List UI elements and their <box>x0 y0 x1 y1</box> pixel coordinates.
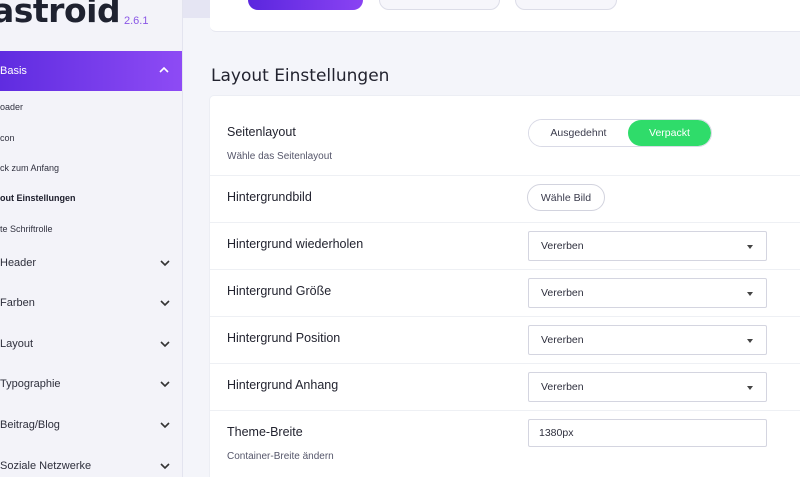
setting-label: Seitenlayout <box>227 125 296 139</box>
sidebar-group-header[interactable]: Header <box>0 243 182 283</box>
chevron-down-icon <box>160 381 170 388</box>
sidebar-item-label: out Einstellungen <box>0 193 76 204</box>
sidebar-group-label: Typographie <box>0 378 61 390</box>
chevron-down-icon <box>160 463 170 470</box>
setting-label: Hintergrund wiederholen <box>227 237 364 251</box>
setting-label: Hintergrundbild <box>227 190 312 204</box>
select-value: Vererben <box>541 334 584 346</box>
app-logo: astroid <box>0 0 121 30</box>
topbar-button[interactable] <box>515 0 617 10</box>
bg-size-select[interactable]: Vererben <box>528 278 767 308</box>
select-value: Vererben <box>541 287 584 299</box>
setting-description: Container-Breite ändern <box>227 451 334 462</box>
sidebar-group-label: Basis <box>0 65 27 77</box>
app-version: 2.6.1 <box>124 15 149 27</box>
caret-down-icon <box>747 245 753 249</box>
chevron-down-icon <box>160 260 170 267</box>
theme-width-input[interactable]: 1380px <box>528 419 767 447</box>
chevron-down-icon <box>160 422 170 429</box>
sidebar-item-back-to-top[interactable]: ck zum Anfang <box>0 153 182 183</box>
sidebar-group-label: Beitrag/Blog <box>0 419 60 431</box>
setting-row-layout: Seitenlayout Wähle das Seitenlayout Ausg… <box>210 96 800 176</box>
topbar-primary-button[interactable] <box>248 0 363 10</box>
topbar-strip <box>183 0 212 18</box>
sidebar-item-smooth-scroll[interactable]: te Schriftrolle <box>0 214 182 244</box>
sidebar-item-favicon[interactable]: con <box>0 122 182 152</box>
sidebar-group-colors[interactable]: Farben <box>0 283 182 323</box>
sidebar-group-layout[interactable]: Layout <box>0 324 182 364</box>
sidebar: astroid 2.6.1 Basis oader con ck zum Anf… <box>0 0 183 477</box>
layout-option-boxed[interactable]: Verpackt <box>627 120 711 146</box>
settings-card: Seitenlayout Wähle das Seitenlayout Ausg… <box>210 96 800 477</box>
sidebar-item-label: te Schriftrolle <box>0 223 53 234</box>
chevron-down-icon <box>160 341 170 348</box>
setting-row-bg-image: Hintergrundbild <box>210 176 800 223</box>
sidebar-item-label: ck zum Anfang <box>0 162 60 173</box>
setting-label: Theme-Breite <box>227 425 303 439</box>
layout-toggle: Ausgedehnt Verpackt <box>528 119 712 147</box>
choose-image-button[interactable]: Wähle Bild <box>527 184 605 211</box>
layout-option-wide[interactable]: Ausgedehnt <box>529 120 628 146</box>
chevron-down-icon <box>160 300 170 307</box>
setting-description: Wähle das Seitenlayout <box>227 151 333 162</box>
caret-down-icon <box>747 339 753 343</box>
chevron-up-icon <box>159 66 169 73</box>
page-title: Layout Einstellungen <box>211 66 390 86</box>
select-value: Vererben <box>541 240 584 252</box>
sidebar-group-label: Soziale Netzwerke <box>0 460 92 472</box>
bg-position-select[interactable]: Vererben <box>528 325 767 355</box>
caret-down-icon <box>747 386 753 390</box>
sidebar-group-label: Farben <box>0 297 35 309</box>
setting-label: Hintergrund Anhang <box>227 378 339 392</box>
sidebar-item-layout-settings[interactable]: out Einstellungen <box>0 183 182 213</box>
select-value: Vererben <box>541 381 584 393</box>
sidebar-group-social[interactable]: Soziale Netzwerke <box>0 446 182 477</box>
sidebar-group-label: Header <box>0 257 37 269</box>
sidebar-sub-list: oader con ck zum Anfang out Einstellunge… <box>0 92 182 244</box>
sidebar-group-label: Layout <box>0 338 34 350</box>
bg-repeat-select[interactable]: Vererben <box>528 231 767 261</box>
caret-down-icon <box>747 292 753 296</box>
sidebar-item-label: oader <box>0 102 24 113</box>
sidebar-item-preloader[interactable]: oader <box>0 92 182 122</box>
setting-label: Hintergrund Position <box>227 331 341 345</box>
sidebar-group-typography[interactable]: Typographie <box>0 364 182 404</box>
topbar-button[interactable] <box>379 0 500 10</box>
bg-attachment-select[interactable]: Vererben <box>528 372 767 402</box>
sidebar-group-basis[interactable]: Basis <box>0 51 182 91</box>
setting-label: Hintergrund Größe <box>227 284 332 298</box>
topbar <box>210 0 800 32</box>
sidebar-group-blog[interactable]: Beitrag/Blog <box>0 405 182 445</box>
sidebar-item-label: con <box>0 132 15 143</box>
